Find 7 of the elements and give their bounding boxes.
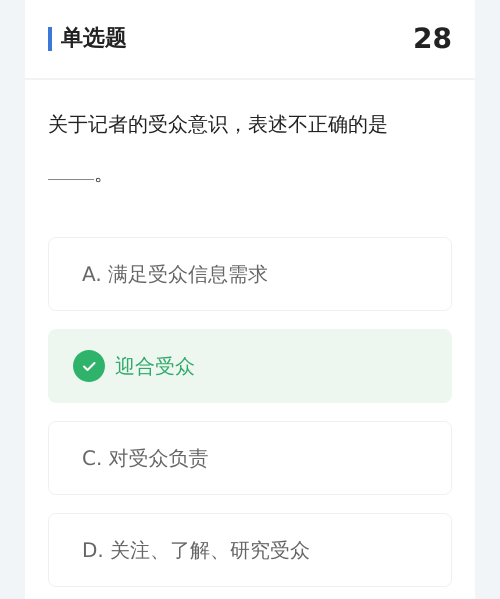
question-number: 28 xyxy=(413,21,452,57)
answer-option[interactable]: D. 关注、了解、研究受众 xyxy=(48,513,452,587)
section-title: 单选题 xyxy=(48,27,127,51)
question-text: 关于记者的受众意识，表述不正确的是 。 xyxy=(47,111,389,187)
answer-option[interactable]: A. 满足受众信息需求 xyxy=(48,237,452,311)
answer-option[interactable]: C. 对受众负责 xyxy=(48,421,452,495)
check-icon xyxy=(73,350,105,382)
